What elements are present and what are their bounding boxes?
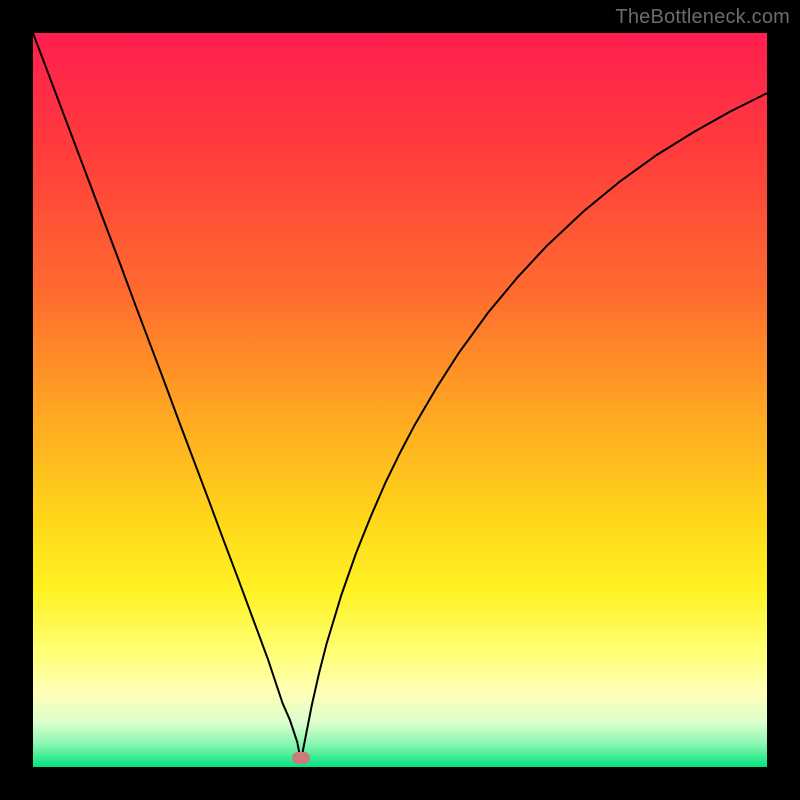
- plot-area: [33, 33, 767, 767]
- watermark-text: TheBottleneck.com: [615, 6, 790, 29]
- chart-container: TheBottleneck.com: [0, 0, 800, 800]
- bottleneck-curve: [33, 33, 767, 767]
- minimum-marker: [292, 752, 310, 764]
